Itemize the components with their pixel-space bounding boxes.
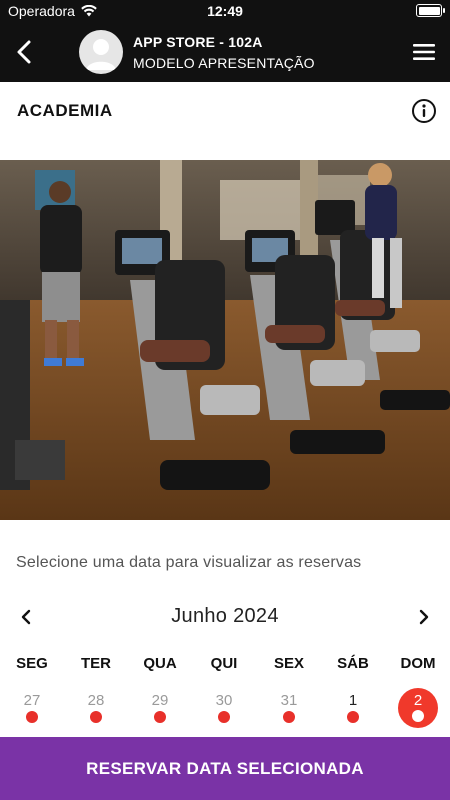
day-number: 27 [23,692,41,709]
avatar[interactable] [79,30,123,74]
header-title: APP STORE - 102A [133,34,263,50]
instruction-text: Selecione uma data para visualizar as re… [16,554,362,571]
header-text: APP STORE - 102A MODELO APRESENTAÇÃO [133,34,315,71]
clock: 12:49 [207,3,243,19]
day-number: 1 [348,692,358,709]
chevron-left-icon [17,40,31,64]
event-dot-icon [218,711,230,723]
event-dot-icon [412,710,424,722]
gym-photo [0,160,450,520]
weekday-row: SEG TER QUA QUI SEX SÁB DOM [0,655,450,675]
day-number: 31 [280,692,298,709]
back-button[interactable] [10,37,40,67]
app-header: APP STORE - 102A MODELO APRESENTAÇÃO [0,22,450,82]
weekday-label: SÁB [337,655,369,672]
weekday-label: QUI [210,655,238,672]
calendar-day[interactable]: 1 [333,688,373,730]
page-title: ACADEMIA [17,101,113,120]
event-dot-icon [283,711,295,723]
calendar-day[interactable]: 29 [140,688,180,730]
weekday-label: QUA [143,655,177,672]
hero-image [0,160,450,520]
month-label: Junho 2024 [171,605,279,627]
calendar-day[interactable]: 30 [204,688,244,730]
user-icon [86,39,116,70]
event-dot-icon [347,711,359,723]
section-header: ACADEMIA [0,82,450,140]
day-number: 30 [215,692,233,709]
chevron-right-icon [419,609,429,625]
event-dot-icon [26,711,38,723]
menu-button[interactable] [412,41,436,63]
calendar-day[interactable]: 27 [12,688,52,730]
weekday-label: SEG [16,655,48,672]
event-dot-icon [90,711,102,723]
hamburger-menu-icon [413,44,435,60]
calendar-day-selected[interactable]: 2 [398,688,438,728]
day-row: 27 28 29 30 31 1 2 [0,688,450,732]
calendar-day[interactable]: 31 [269,688,309,730]
info-button[interactable] [411,98,437,124]
day-number: 29 [151,692,169,709]
weekday-label: DOM [400,655,436,672]
battery-icon [416,4,445,17]
header-subtitle: MODELO APRESENTAÇÃO [133,55,315,71]
month-navigation: Junho 2024 [0,600,450,634]
info-icon [412,99,436,123]
day-number: 2 [413,692,423,709]
day-number: 28 [87,692,105,709]
calendar-day[interactable]: 28 [76,688,116,730]
weekday-label: TER [81,655,111,672]
event-dot-icon [154,711,166,723]
reserve-button[interactable]: RESERVAR DATA SELECIONADA [0,737,450,800]
weekday-label: SEX [273,655,304,672]
next-month-button[interactable] [412,605,436,629]
status-bar: Operadora 12:49 [0,0,450,22]
